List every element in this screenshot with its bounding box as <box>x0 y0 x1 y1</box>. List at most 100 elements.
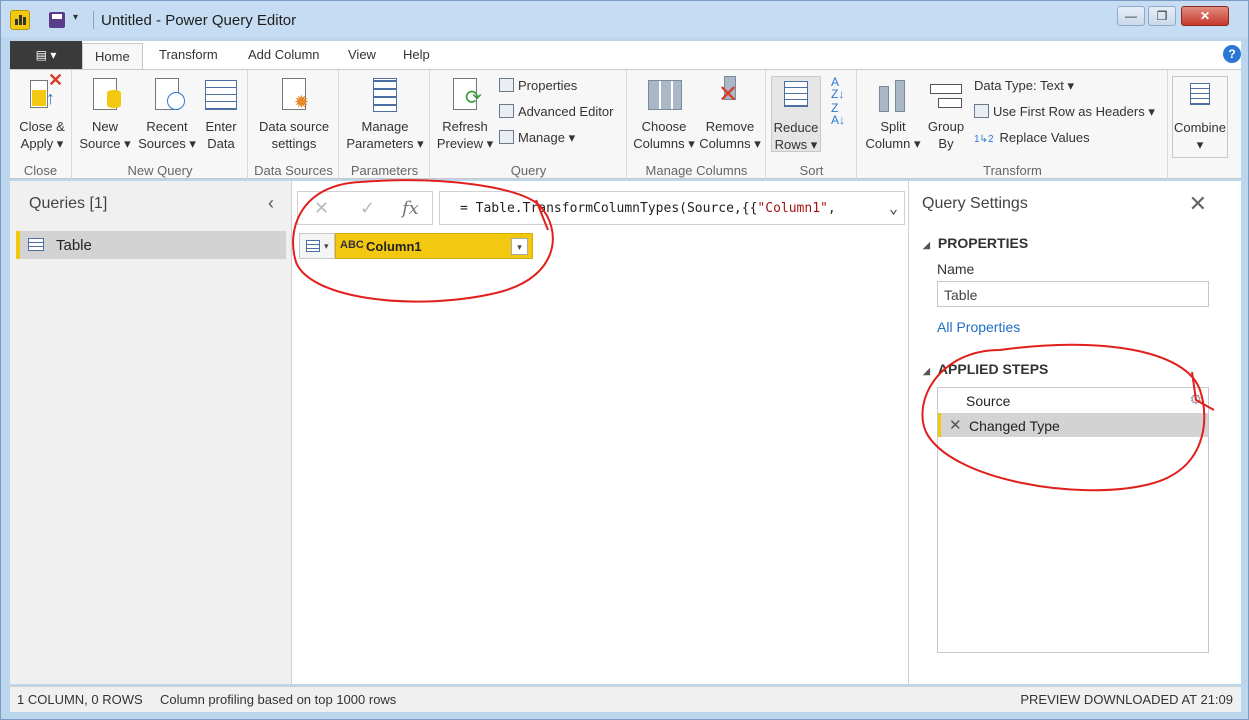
properties-section-header[interactable]: ◢ PROPERTIES <box>923 235 1028 251</box>
step-changed-type[interactable]: ✕ Changed Type <box>938 413 1208 437</box>
advanced-editor-label: Advanced Editor <box>518 104 614 119</box>
group-new-query-label: New Query <box>127 163 193 178</box>
combine-label-1: Combine <box>1173 120 1227 135</box>
data-source-settings-icon: ✹ <box>276 76 312 114</box>
table-menu-button[interactable]: ▾ <box>299 233 335 259</box>
tab-transform[interactable]: Transform <box>159 47 218 62</box>
choose-columns-icon <box>646 76 682 114</box>
new-source-button[interactable]: New Source ▾ <box>77 76 133 152</box>
cancel-formula-icon[interactable]: ✕ <box>314 198 329 219</box>
group-data-sources-label: Data Sources <box>254 163 333 178</box>
manage-parameters-label-2: Parameters ▾ <box>346 136 424 151</box>
remove-columns-label-2: Columns ▾ <box>699 136 761 151</box>
commit-formula-icon[interactable]: ✓ <box>360 198 375 219</box>
sort-descending-icon[interactable]: Z A↓ <box>831 102 845 126</box>
combine-button[interactable]: Combine ▾ <box>1172 76 1228 158</box>
refresh-preview-button[interactable]: ⟳ Refresh Preview ▾ <box>435 76 495 152</box>
status-preview-time: PREVIEW DOWNLOADED AT 21:09 <box>1020 692 1233 707</box>
sort-ascending-icon[interactable]: A Z↓ <box>831 76 844 100</box>
formula-bar-input[interactable]: = Table.TransformColumnTypes(Source,{{"C… <box>439 191 905 225</box>
replace-values-button[interactable]: 1↳2 Replace Values <box>974 130 1090 145</box>
group-by-button[interactable]: Group By <box>926 76 966 152</box>
all-properties-link[interactable]: All Properties <box>937 319 1020 335</box>
close-settings-icon[interactable]: ✕ <box>1189 191 1207 217</box>
remove-columns-button[interactable]: ✕ Remove Columns ▾ <box>698 76 762 152</box>
advanced-editor-button[interactable]: Advanced Editor <box>499 104 613 119</box>
properties-label: Properties <box>518 78 578 93</box>
applied-steps-section-header[interactable]: ◢ APPLIED STEPS <box>923 361 1048 377</box>
step-label: Changed Type <box>969 418 1060 434</box>
column-filter-dropdown-icon[interactable]: ▾ <box>511 238 528 255</box>
expand-formula-icon[interactable]: ⌄ <box>884 199 898 217</box>
reduce-rows-button[interactable]: Reduce Rows ▾ <box>771 76 821 152</box>
close-apply-label-2: Apply ▾ <box>20 136 64 151</box>
help-icon[interactable]: ? <box>1223 45 1241 63</box>
remove-columns-label-1: Remove <box>705 119 755 134</box>
close-apply-button[interactable]: ✕ ↑ Close & Apply ▾ <box>14 71 70 152</box>
enter-data-label-2: Data <box>207 136 235 151</box>
group-sort-label: Sort <box>799 163 824 178</box>
properties-button[interactable]: Properties <box>499 78 577 93</box>
tab-home[interactable]: Home <box>82 43 143 71</box>
new-source-icon <box>87 76 123 114</box>
close-window-button[interactable]: ✕ <box>1181 6 1229 26</box>
manage-parameters-label-1: Manage <box>361 119 409 134</box>
query-settings-pane: Query Settings ✕ ◢ PROPERTIES Name Table … <box>908 181 1241 684</box>
group-by-label-2: By <box>938 136 954 151</box>
table-menu-dropdown-icon: ▾ <box>324 241 329 251</box>
query-item-table[interactable]: Table <box>16 231 286 259</box>
table-icon <box>28 238 44 251</box>
group-parameters: Manage Parameters ▾ Parameters <box>340 70 430 180</box>
fx-icon[interactable]: fx <box>402 198 419 219</box>
recent-sources-label-2: Sources ▾ <box>138 136 196 151</box>
data-source-settings-label-1: Data source <box>258 119 330 134</box>
tab-help[interactable]: Help <box>403 47 430 62</box>
manage-label: Manage ▾ <box>518 130 576 145</box>
maximize-button[interactable]: ❐ <box>1148 6 1176 26</box>
text-type-icon[interactable]: ABC <box>340 239 364 251</box>
split-column-button[interactable]: Split Column ▾ <box>862 76 924 152</box>
table-menu-icon <box>306 240 320 252</box>
save-icon[interactable] <box>49 12 65 28</box>
name-label: Name <box>937 261 975 277</box>
split-column-icon <box>875 76 911 114</box>
tab-view[interactable]: View <box>348 47 376 62</box>
column-header-column1[interactable]: ABC Column1 ▾ <box>335 233 533 259</box>
reduce-rows-icon <box>778 77 814 115</box>
formula-bar-buttons: ✕ ✓ fx <box>297 191 433 225</box>
delete-step-icon[interactable]: ✕ <box>949 416 962 434</box>
group-manage-columns: Choose Columns ▾ ✕ Remove Columns ▾ Mana… <box>628 70 766 180</box>
data-type-dropdown[interactable]: Data Type: Text ▾ <box>974 78 1074 94</box>
collapse-queries-icon[interactable]: ‹ <box>268 193 274 214</box>
group-by-icon <box>928 76 964 114</box>
use-first-row-headers-button[interactable]: Use First Row as Headers ▾ <box>974 104 1155 120</box>
choose-columns-label-1: Choose <box>641 119 687 134</box>
group-data-sources: ✹ Data source settings Data Sources <box>249 70 339 180</box>
data-source-settings-button[interactable]: ✹ Data source settings <box>253 76 335 152</box>
remove-columns-icon: ✕ <box>712 76 748 114</box>
split-column-label-1: Split <box>880 119 906 134</box>
status-profiling: Column profiling based on top 1000 rows <box>160 692 397 707</box>
split-column-label-2: Column ▾ <box>865 136 921 151</box>
minimize-button[interactable]: — <box>1117 6 1145 26</box>
group-transform: Split Column ▾ Group By Data Type: Text … <box>858 70 1168 180</box>
tab-add-column[interactable]: Add Column <box>248 47 320 62</box>
collapse-triangle-icon: ◢ <box>923 240 930 250</box>
close-apply-icon: ✕ ↑ <box>24 71 63 114</box>
gear-icon[interactable]: ⚙ <box>1189 391 1202 408</box>
step-source[interactable]: Source ⚙ <box>938 388 1208 412</box>
window-title: Untitled - Power Query Editor <box>101 12 297 29</box>
file-menu-button[interactable]: ▤ ▾ <box>10 41 82 69</box>
manage-parameters-button[interactable]: Manage Parameters ▾ <box>342 76 428 152</box>
query-name-input[interactable]: Table <box>937 281 1209 307</box>
choose-columns-button[interactable]: Choose Columns ▾ <box>632 76 696 152</box>
powerbi-app-icon[interactable] <box>10 10 30 30</box>
manage-icon <box>499 130 514 144</box>
combine-icon <box>1182 77 1218 115</box>
group-manage-columns-label: Manage Columns <box>645 163 748 178</box>
title-separator <box>93 11 94 29</box>
recent-sources-button[interactable]: Recent Sources ▾ <box>137 76 197 152</box>
quick-access-dropdown-icon[interactable]: ▾ <box>73 12 78 23</box>
manage-button[interactable]: Manage ▾ <box>499 130 575 146</box>
enter-data-button[interactable]: Enter Data <box>199 76 243 152</box>
